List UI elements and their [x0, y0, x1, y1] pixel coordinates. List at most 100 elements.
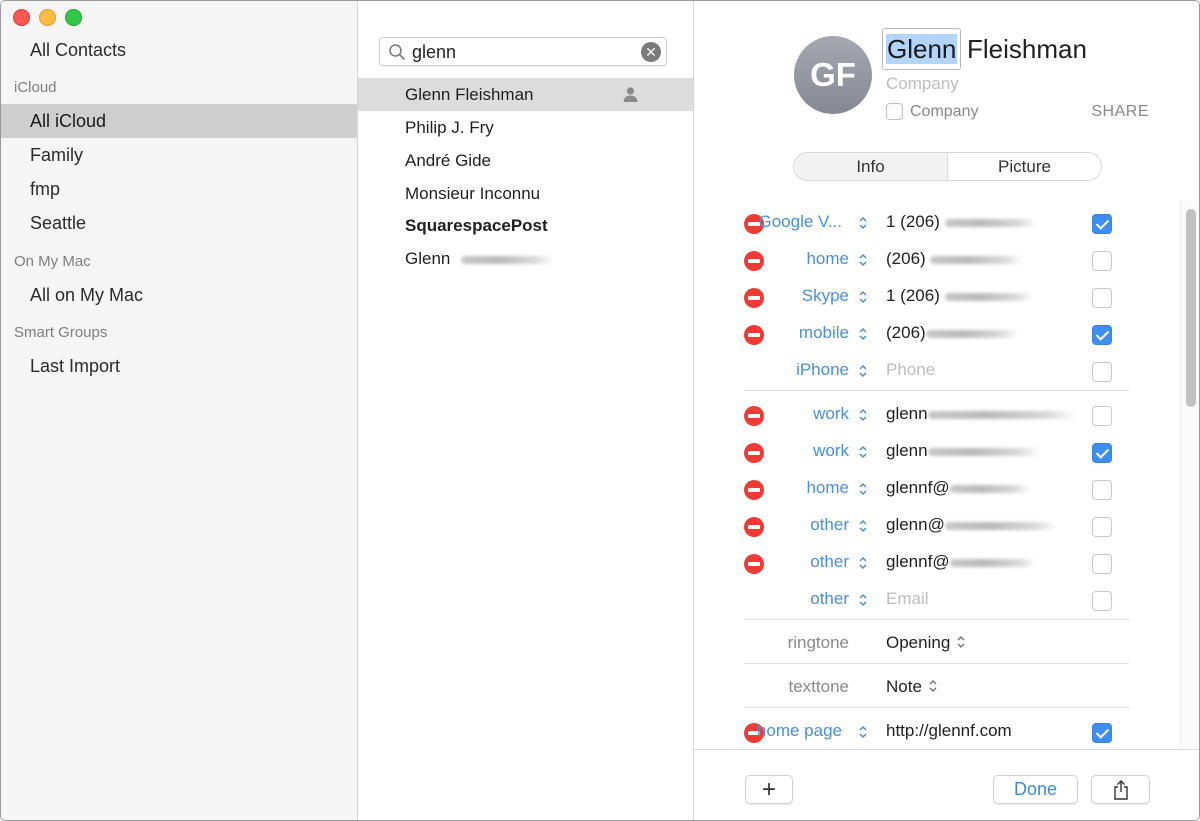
contact-row-glenn-fleishman[interactable]: Glenn Fleishman — [358, 78, 693, 111]
remove-field-icon[interactable] — [744, 480, 764, 500]
email-value[interactable]: glennf@ — [886, 478, 1030, 498]
search-field[interactable]: glenn ✕ — [379, 37, 667, 66]
card-footer: + Done — [694, 749, 1199, 820]
email-value[interactable]: glennf@ — [886, 552, 1036, 572]
email-value[interactable]: glenn@ — [886, 515, 1057, 535]
email-row: other glenn@ — [694, 507, 1179, 544]
stepper-chevrons-icon[interactable] — [858, 444, 868, 460]
phone-checkbox[interactable] — [1092, 288, 1112, 308]
redacted-text — [944, 521, 1057, 530]
email-value[interactable]: glenn — [886, 441, 1040, 461]
stepper-chevrons-icon[interactable] — [858, 326, 868, 342]
phone-label-selector[interactable]: home — [806, 249, 849, 269]
phone-checkbox[interactable] — [1092, 251, 1112, 271]
avatar[interactable]: GF — [794, 36, 872, 114]
phone-label-selector[interactable]: Skype — [802, 286, 849, 306]
add-field-button[interactable]: + — [745, 775, 793, 804]
sidebar-item-fmp[interactable]: fmp — [1, 172, 357, 206]
tab-info[interactable]: Info — [794, 153, 948, 180]
company-checkbox[interactable] — [886, 103, 903, 120]
email-label-selector[interactable]: work — [813, 404, 849, 424]
contact-card-pane: GF Glenn Fleishman Company Company SHARE… — [694, 1, 1199, 820]
share-button[interactable] — [1091, 775, 1150, 804]
sidebar-item-seattle[interactable]: Seattle — [1, 206, 357, 240]
contact-row[interactable]: Philip J. Fry — [358, 111, 693, 144]
phone-value[interactable]: 1 (206) — [886, 286, 1033, 306]
remove-field-icon[interactable] — [744, 325, 764, 345]
texttone-label: texttone — [788, 677, 850, 696]
remove-field-icon[interactable] — [744, 251, 764, 271]
phone-value[interactable]: (206) — [886, 323, 1018, 343]
contact-name: SquarespacePost — [405, 216, 548, 235]
sidebar-item-all-icloud[interactable]: All iCloud — [1, 104, 357, 138]
contact-row[interactable]: André Gide — [358, 144, 693, 177]
phone-value[interactable]: (206) — [886, 249, 1023, 269]
close-window-button[interactable] — [13, 9, 30, 26]
ringtone-selector[interactable]: Opening — [886, 633, 966, 653]
share-label: SHARE — [1091, 103, 1149, 120]
remove-field-icon[interactable] — [744, 517, 764, 537]
stepper-chevrons-icon[interactable] — [858, 724, 868, 740]
email-label-selector[interactable]: home — [806, 478, 849, 498]
homepage-value[interactable]: http://glennf.com — [886, 721, 1012, 741]
zoom-window-button[interactable] — [65, 9, 82, 26]
company-field[interactable]: Company — [886, 74, 959, 94]
stepper-chevrons-icon[interactable] — [858, 363, 868, 379]
contact-row[interactable]: Monsieur Inconnu — [358, 177, 693, 210]
email-label-selector[interactable]: other — [810, 589, 849, 609]
email-label-selector[interactable]: work — [813, 441, 849, 461]
email-checkbox[interactable] — [1092, 406, 1112, 426]
phone-row: mobile (206) — [694, 315, 1179, 352]
phone-label-selector[interactable]: iPhone — [796, 360, 849, 380]
sidebar-item-family[interactable]: Family — [1, 138, 357, 172]
email-value[interactable]: glenn — [886, 404, 1076, 424]
sidebar-item-all-on-my-mac[interactable]: All on My Mac — [1, 278, 357, 312]
sidebar-item-all-contacts[interactable]: All Contacts — [1, 33, 357, 67]
contact-row[interactable]: Glenn — [358, 242, 693, 275]
email-checkbox[interactable] — [1092, 480, 1112, 500]
sidebar-item-last-import[interactable]: Last Import — [1, 349, 357, 383]
email-checkbox[interactable] — [1092, 443, 1112, 463]
remove-field-icon[interactable] — [744, 288, 764, 308]
phone-label-selector[interactable]: Google V... — [759, 212, 843, 232]
stepper-chevrons-icon[interactable] — [858, 407, 868, 423]
stepper-chevrons-icon[interactable] — [858, 252, 868, 268]
stepper-chevrons-icon[interactable] — [858, 481, 868, 497]
stepper-chevrons-icon[interactable] — [858, 555, 868, 571]
stepper-chevrons-icon[interactable] — [858, 289, 868, 305]
stepper-chevrons-icon — [929, 679, 937, 693]
minimize-window-button[interactable] — [39, 9, 56, 26]
remove-field-icon[interactable] — [744, 406, 764, 426]
search-input[interactable]: glenn — [412, 41, 456, 63]
phone-input[interactable]: Phone — [886, 360, 935, 380]
phone-value[interactable]: 1 (206) — [886, 212, 1037, 232]
stepper-chevrons-icon[interactable] — [858, 592, 868, 608]
share-icon — [1113, 780, 1128, 800]
clear-search-icon[interactable]: ✕ — [641, 42, 661, 62]
contact-row[interactable]: SquarespacePost — [358, 209, 693, 242]
done-button[interactable]: Done — [993, 775, 1078, 804]
email-checkbox[interactable] — [1092, 591, 1112, 611]
email-checkbox[interactable] — [1092, 554, 1112, 574]
scrollbar-thumb[interactable] — [1186, 209, 1196, 407]
homepage-label-selector[interactable]: home page — [757, 721, 842, 741]
scrollbar[interactable] — [1180, 201, 1199, 749]
remove-field-icon[interactable] — [744, 443, 764, 463]
phone-row: home (206) — [694, 241, 1179, 278]
stepper-chevrons-icon[interactable] — [858, 518, 868, 534]
texttone-selector[interactable]: Note — [886, 677, 938, 697]
remove-field-icon[interactable] — [744, 554, 764, 574]
homepage-checkbox[interactable] — [1092, 723, 1112, 743]
first-name-field[interactable]: Glenn — [882, 28, 962, 70]
email-label-selector[interactable]: other — [810, 515, 849, 535]
email-input[interactable]: Email — [886, 589, 929, 609]
phone-checkbox[interactable] — [1092, 214, 1112, 234]
phone-checkbox[interactable] — [1092, 325, 1112, 345]
last-name-field[interactable]: Fleishman — [967, 28, 1087, 70]
phone-label-selector[interactable]: mobile — [799, 323, 849, 343]
tab-picture[interactable]: Picture — [948, 153, 1101, 180]
email-label-selector[interactable]: other — [810, 552, 849, 572]
email-checkbox[interactable] — [1092, 517, 1112, 537]
stepper-chevrons-icon[interactable] — [858, 215, 868, 231]
phone-checkbox[interactable] — [1092, 362, 1112, 382]
